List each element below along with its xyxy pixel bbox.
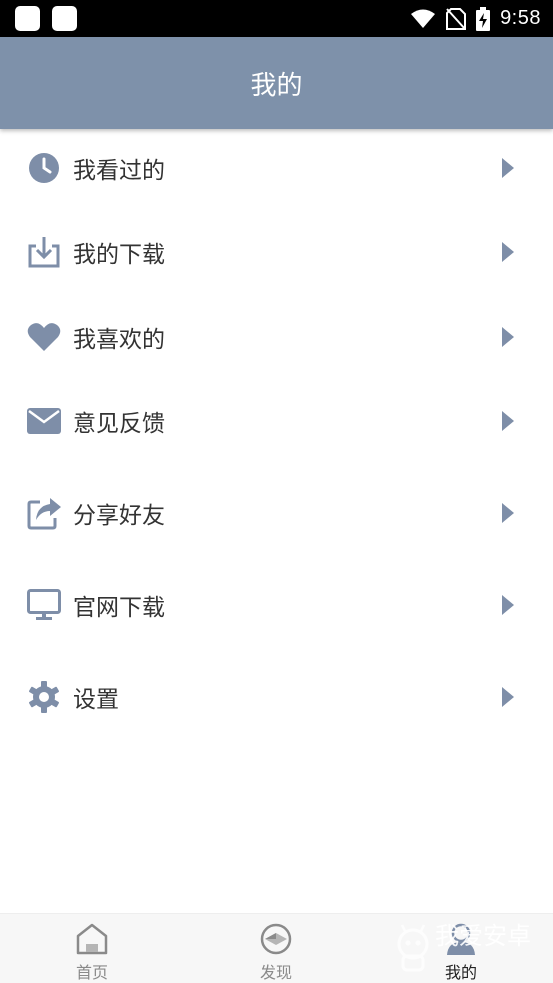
download-icon xyxy=(26,234,62,270)
no-sim-icon xyxy=(446,7,467,30)
menu-item-history[interactable]: 我看过的 xyxy=(0,133,553,203)
gear-icon xyxy=(26,679,62,715)
chevron-right-icon xyxy=(502,687,514,707)
chevron-right-icon xyxy=(502,411,514,431)
nav-tab-discover[interactable]: 发现 xyxy=(184,914,368,983)
history-clock-icon xyxy=(26,150,62,186)
menu-item-label: 我喜欢的 xyxy=(73,327,165,353)
profile-icon xyxy=(447,923,475,955)
menu-item-share[interactable]: 分享好友 xyxy=(0,478,553,548)
chevron-right-icon xyxy=(502,327,514,347)
wifi-icon xyxy=(411,9,436,28)
nav-tab-label: 首页 xyxy=(75,963,108,982)
app-header: 我的 xyxy=(0,37,553,129)
page-title: 我的 xyxy=(250,70,303,101)
menu-item-label: 意见反馈 xyxy=(73,411,165,437)
home-icon xyxy=(76,923,108,955)
status-time: 9:58 xyxy=(500,7,541,29)
nav-tab-label: 发现 xyxy=(259,963,292,982)
menu-item-favorites[interactable]: 我喜欢的 xyxy=(0,302,553,372)
menu-item-label: 我的下载 xyxy=(73,242,165,268)
monitor-icon xyxy=(26,587,62,623)
status-indicators: 9:58 xyxy=(410,0,541,37)
menu-item-label: 设置 xyxy=(73,687,119,713)
menu-item-label: 官网下载 xyxy=(73,595,165,621)
app-screen: 9:58 我的 我看过的 我的下载 我喜欢的 意见反馈 分享好友 官网下载 设置… xyxy=(0,0,553,983)
notification-icon xyxy=(52,6,77,31)
menu-item-label: 分享好友 xyxy=(73,503,165,529)
chevron-right-icon xyxy=(502,503,514,523)
nav-tab-profile[interactable]: 我的 xyxy=(369,914,553,983)
bottom-nav: 首页 发现 我的 xyxy=(0,913,553,983)
status-bar: 9:58 xyxy=(0,0,553,37)
share-icon xyxy=(26,495,62,531)
discover-icon xyxy=(260,923,292,955)
menu-item-downloads[interactable]: 我的下载 xyxy=(0,217,553,287)
menu-item-website-download[interactable]: 官网下载 xyxy=(0,570,553,640)
heart-icon xyxy=(26,319,62,355)
chevron-right-icon xyxy=(502,595,514,615)
mail-icon xyxy=(26,403,62,439)
chevron-right-icon xyxy=(502,242,514,262)
nav-tab-home[interactable]: 首页 xyxy=(0,914,184,983)
notification-icon xyxy=(15,6,40,31)
chevron-right-icon xyxy=(502,158,514,178)
menu-item-label: 我看过的 xyxy=(73,158,165,184)
nav-tab-label: 我的 xyxy=(444,963,477,982)
battery-charging-icon xyxy=(476,6,491,31)
menu-item-settings[interactable]: 设置 xyxy=(0,662,553,732)
menu-item-feedback[interactable]: 意见反馈 xyxy=(0,386,553,456)
